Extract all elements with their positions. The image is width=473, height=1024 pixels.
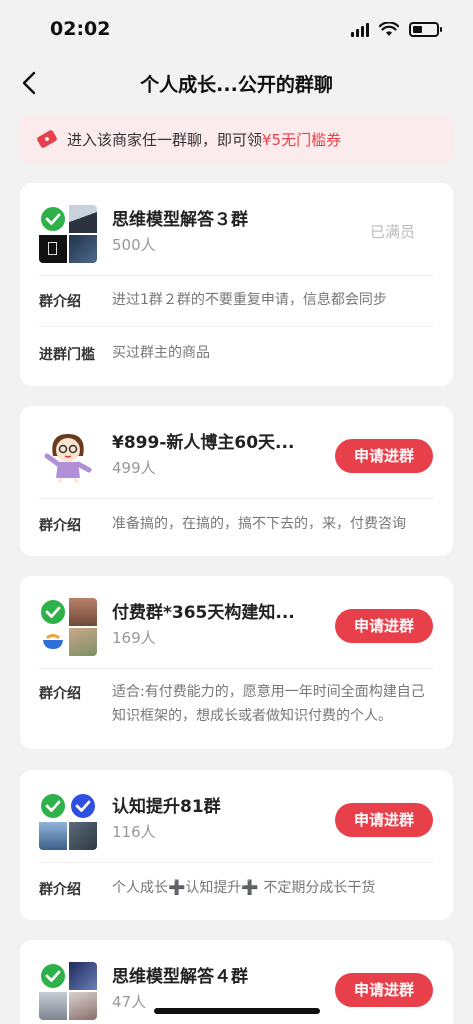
member-count: 169人 [112, 629, 156, 647]
member-avatar [69, 205, 97, 233]
divider [39, 498, 434, 499]
join-group-button[interactable]: 申请进群 [335, 973, 433, 1007]
promo-highlight: ¥5无门槛券 [262, 130, 342, 149]
intro-text: 个人成长➕认知提升➕ 不定期分成长干货 [112, 880, 376, 896]
status-icons [351, 22, 442, 37]
group-avatar [39, 792, 97, 850]
page-title: 个人成长...公开的群聊 [140, 74, 333, 96]
group-avatar [39, 205, 97, 263]
wifi-icon [379, 22, 399, 36]
member-count: 116人 [112, 823, 156, 841]
divider [39, 668, 434, 669]
member-avatar [69, 235, 97, 263]
member-avatar [69, 822, 97, 850]
intro-label: 群介绍 [39, 294, 81, 310]
member-avatar [39, 822, 67, 850]
intro-row: 群介绍 个人成长➕认知提升➕ 不定期分成长干货 [39, 879, 434, 899]
divider [39, 275, 434, 276]
coupon-icon [37, 130, 57, 148]
group-card[interactable]: 认知提升81群 116人 申请进群 群介绍 个人成长➕认知提升➕ 不定期分成长干… [20, 770, 453, 920]
status-time: 02:02 [50, 18, 111, 40]
group-name: 付费群*365天构建知... [112, 603, 295, 623]
member-avatar [39, 235, 67, 263]
member-avatar [69, 992, 97, 1020]
intro-label: 群介绍 [39, 518, 81, 534]
divider [39, 326, 434, 327]
check-icon [39, 205, 67, 233]
group-card[interactable]: 思维模型解答３群 500人 已满员 群介绍 进过1群２群的不要重复申请，信息都会… [20, 183, 453, 386]
intro-row: 群介绍 准备搞的，在搞的，搞不下去的，来，付费咨询 [39, 515, 434, 535]
intro-text: 适合:有付费能力的，愿意用一年时间全面构建自己知识框架的，想成长或者做知识付费的… [112, 684, 425, 724]
check-icon [69, 792, 97, 820]
check-icon [39, 598, 67, 626]
member-avatar [69, 598, 97, 626]
promo-banner: 进入该商家任一群聊，即可领 ¥5无门槛券 [20, 115, 453, 163]
intro-row: 群介绍 进过1群２群的不要重复申请，信息都会同步 [39, 291, 434, 311]
join-group-button[interactable]: 申请进群 [335, 803, 433, 837]
signal-icon [351, 22, 369, 37]
member-avatar [69, 962, 97, 990]
divider [39, 862, 434, 863]
intro-label: 群介绍 [39, 686, 81, 702]
join-group-button[interactable]: 申请进群 [335, 439, 433, 473]
group-card[interactable]: 付费群*365天构建知... 169人 申请进群 群介绍 适合:有付费能力的，愿… [20, 576, 453, 749]
intro-text: 准备搞的，在搞的，搞不下去的，来，付费咨询 [112, 516, 406, 532]
group-name: ¥899-新人博主60天... [112, 433, 295, 453]
home-indicator[interactable] [154, 1008, 320, 1014]
check-icon [39, 962, 67, 990]
member-count: 499人 [112, 459, 156, 477]
group-name: 思维模型解答４群 [112, 967, 248, 987]
bowl-icon [39, 628, 67, 656]
group-name: 思维模型解答３群 [112, 210, 248, 230]
battery-icon [409, 22, 442, 37]
member-avatar [39, 992, 67, 1020]
member-count: 47人 [112, 993, 147, 1011]
full-status-label: 已满员 [369, 223, 415, 241]
status-bar: 02:02 [0, 0, 473, 58]
intro-row: 群介绍 适合:有付费能力的，愿意用一年时间全面构建自己知识框架的，想成长或者做知… [39, 683, 434, 728]
nav-bar: 个人成长...公开的群聊 [0, 58, 473, 108]
threshold-row: 进群门槛 买过群主的商品 [39, 344, 434, 364]
threshold-text: 买过群主的商品 [112, 345, 210, 361]
join-group-button[interactable]: 申请进群 [335, 609, 433, 643]
check-icon [39, 792, 67, 820]
group-avatar [39, 598, 97, 656]
group-avatar [39, 962, 97, 1020]
member-count: 500人 [112, 236, 156, 254]
group-name: 认知提升81群 [112, 797, 221, 817]
intro-text: 进过1群２群的不要重复申请，信息都会同步 [112, 292, 387, 308]
member-avatar [69, 628, 97, 656]
intro-label: 群介绍 [39, 882, 81, 898]
cartoon-avatar [44, 434, 92, 484]
threshold-label: 进群门槛 [39, 347, 95, 363]
promo-text: 进入该商家任一群聊，即可领 [67, 130, 263, 149]
group-card[interactable]: ¥899-新人博主60天... 499人 申请进群 群介绍 准备搞的，在搞的，搞… [20, 406, 453, 556]
